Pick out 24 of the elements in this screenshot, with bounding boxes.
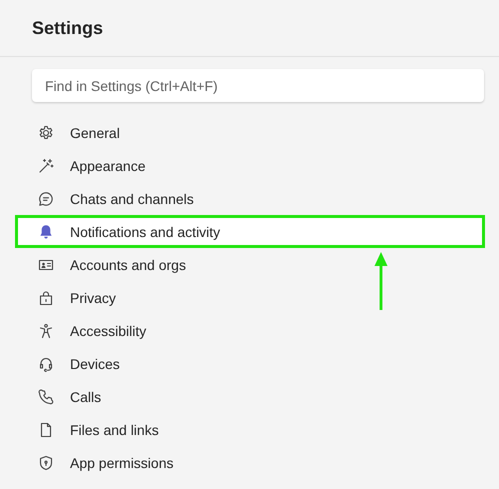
settings-menu-item[interactable]: Chats and channels	[15, 182, 485, 215]
bell-icon	[38, 224, 54, 240]
settings-menu-item[interactable]: Devices	[15, 347, 485, 380]
highlight-arrow	[374, 252, 388, 310]
magic-wand-icon	[38, 158, 54, 174]
document-icon	[38, 422, 54, 438]
settings-icon	[38, 124, 54, 140]
shield-icon	[38, 454, 54, 470]
settings-menu-item[interactable]: Privacy	[15, 281, 485, 314]
settings-menu-item[interactable]: Files and links	[15, 413, 485, 446]
settings-title: Settings	[32, 18, 104, 38]
phone-icon	[38, 388, 54, 404]
settings-menu-item[interactable]: Accessibility	[15, 314, 485, 347]
accessibility-icon	[38, 322, 54, 338]
headset-icon	[38, 356, 54, 372]
settings-menu-item[interactable]: General	[15, 116, 485, 149]
settings-menu-item[interactable]: Appearance	[15, 149, 485, 182]
chat-bubble-icon	[38, 190, 54, 206]
padlock-icon	[38, 290, 54, 306]
settings-menu-item[interactable]: Notifications and activity	[15, 215, 485, 248]
search-field[interactable]: Find in Settings (Ctrl+Alt+F)	[32, 69, 484, 102]
settings-menu-item[interactable]: App permissions	[15, 446, 485, 479]
settings-menu-item[interactable]: Accounts and orgs	[15, 248, 485, 281]
settings-menu-item[interactable]: Calls	[15, 380, 485, 413]
